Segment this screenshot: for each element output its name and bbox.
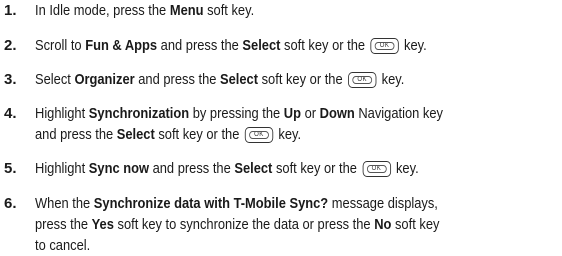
emphasized-term: No xyxy=(374,216,392,233)
step-number: 5. xyxy=(4,160,17,177)
ok-key-label: OK xyxy=(254,131,264,138)
emphasized-term: Synchronization xyxy=(88,105,190,122)
step-text: to cancel. xyxy=(35,237,91,254)
step-text: or xyxy=(300,105,320,122)
step-number: 2. xyxy=(4,37,17,54)
step-text: key. xyxy=(392,160,419,177)
emphasized-term: Down xyxy=(319,105,355,122)
emphasized-term: Menu xyxy=(169,2,204,19)
ok-key-label: OK xyxy=(379,42,390,49)
step-text: soft key. xyxy=(203,2,255,19)
ok-key-label: OK xyxy=(371,165,382,172)
emphasized-term: Up xyxy=(283,105,301,122)
emphasized-term: Select xyxy=(242,37,281,54)
step-text: message displays, xyxy=(328,195,438,212)
step-text: In Idle mode, press the xyxy=(35,2,170,19)
emphasized-term: Sync now xyxy=(88,160,150,177)
ok-key-icon: OK xyxy=(347,72,377,88)
ok-key-label: OK xyxy=(357,76,367,83)
step-text: When the xyxy=(35,195,94,212)
step-text: key. xyxy=(274,126,302,143)
step-text: Highlight xyxy=(35,105,89,122)
step-number: 4. xyxy=(4,105,17,122)
emphasized-term: Select xyxy=(220,71,259,88)
emphasized-term: Select xyxy=(234,160,273,177)
emphasized-term: Fun & Apps xyxy=(85,37,158,54)
step-number: 1. xyxy=(4,2,17,19)
step-text: Select xyxy=(35,71,75,88)
step-text: soft key xyxy=(391,216,440,233)
step-text: soft key or the xyxy=(258,71,347,88)
ok-key-icon: OK xyxy=(362,161,391,177)
step-text: Navigation key xyxy=(354,105,443,122)
step-text-line: Select Organizer and press the Select so… xyxy=(35,69,487,90)
step-text-line: press the Yes soft key to synchronize th… xyxy=(35,214,487,235)
step-text-line: Scroll to Fun & Apps and press the Selec… xyxy=(35,35,487,56)
step-number: 6. xyxy=(4,195,17,212)
step-text-line: Highlight Sync now and press the Select … xyxy=(35,158,487,179)
emphasized-term: Select xyxy=(116,126,155,143)
step-text: soft key to synchronize the data or pres… xyxy=(113,216,375,233)
emphasized-term: Organizer xyxy=(74,71,135,88)
instruction-list: 1. In Idle mode, press the Menu soft key.… xyxy=(0,0,562,254)
step-text: soft key or the xyxy=(154,126,243,143)
emphasized-term: Synchronize data with T-Mobile Sync? xyxy=(93,195,329,212)
step-number: 3. xyxy=(4,71,17,88)
step-text: soft key or the xyxy=(272,160,361,177)
ok-key-icon: OK xyxy=(244,127,274,143)
step-text: soft key or the xyxy=(280,37,369,54)
step-text-line: When the Synchronize data with T-Mobile … xyxy=(35,193,487,214)
step-text: by pressing the xyxy=(189,105,284,122)
emphasized-term: Yes xyxy=(91,216,114,233)
step-text-line: and press the Select soft key or the OK … xyxy=(35,124,487,145)
step-text: press the xyxy=(35,216,92,233)
step-text: Highlight xyxy=(35,160,89,177)
ok-key-icon: OK xyxy=(370,38,399,54)
step-text: and press the xyxy=(157,37,243,54)
step-text: and press the xyxy=(134,71,221,88)
step-text-line: to cancel. xyxy=(35,235,487,256)
step-text-line: Highlight Synchronization by pressing th… xyxy=(35,103,487,124)
step-text-line: In Idle mode, press the Menu soft key. xyxy=(35,0,487,21)
step-text: key. xyxy=(378,71,405,88)
step-text: key. xyxy=(400,37,427,54)
step-text: and press the xyxy=(35,126,117,143)
step-text: Scroll to xyxy=(35,37,86,54)
step-text: and press the xyxy=(149,160,235,177)
